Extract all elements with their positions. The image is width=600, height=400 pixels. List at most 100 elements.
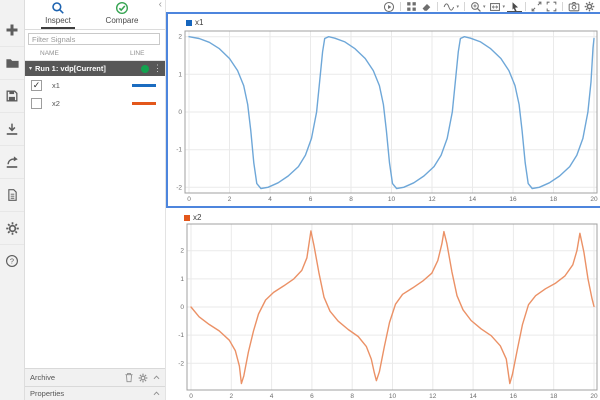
tab-compare-label: Compare: [105, 16, 139, 25]
svg-text:-1: -1: [176, 147, 182, 154]
svg-text:0: 0: [180, 304, 184, 311]
archive-bar[interactable]: Archive: [25, 368, 165, 386]
check-circle-icon: [115, 1, 129, 15]
toolbar-separator: [525, 2, 526, 11]
dropdown-caret-icon: ▾: [482, 3, 486, 10]
eraser-icon: [423, 3, 431, 11]
left-toolbar: ?: [0, 0, 25, 400]
chevron-up-icon: [153, 391, 160, 396]
svg-text:-1: -1: [178, 332, 184, 339]
svg-text:12: 12: [428, 196, 436, 203]
toolbar-separator: [463, 2, 465, 11]
legend-label: x2: [193, 213, 202, 222]
run-menu-icon[interactable]: ⋮: [153, 64, 162, 73]
svg-text:6: 6: [309, 196, 313, 203]
trash-icon: [125, 373, 133, 383]
svg-text:10: 10: [388, 196, 396, 203]
svg-text:16: 16: [509, 196, 517, 203]
legend-label: x1: [195, 18, 204, 27]
svg-text:-2: -2: [178, 360, 184, 367]
export-button[interactable]: [0, 146, 24, 179]
import-icon: [6, 123, 18, 135]
gear-icon: [138, 373, 148, 382]
svg-text:2: 2: [229, 393, 233, 400]
run-status-dot: [141, 64, 149, 73]
signal-list: ✓ x1 x2: [25, 76, 165, 112]
plus-icon: [6, 24, 18, 36]
run-row[interactable]: ▾ Run 1: vdp[Current] ⋮: [25, 61, 165, 76]
floppy-icon: [6, 90, 18, 102]
svg-text:-2: -2: [176, 184, 182, 191]
svg-text:4: 4: [268, 196, 272, 203]
svg-text:4: 4: [270, 393, 274, 400]
svg-text:0: 0: [189, 393, 193, 400]
signal-row[interactable]: x2: [25, 94, 165, 112]
svg-text:8: 8: [349, 196, 353, 203]
svg-text:14: 14: [469, 196, 477, 203]
dropdown-caret-icon: ▾: [502, 3, 505, 10]
legend-swatch: [186, 19, 192, 26]
svg-text:6: 6: [310, 393, 314, 400]
simulation-data-inspector-window: ? Inspect Compare ‹ NAME LINE ▾ Run 1: v…: [0, 0, 600, 400]
plot-x1[interactable]: x1 0 2 4 6 8 10 12 14 16 18 20 -2 -1 0 1 2: [166, 12, 600, 208]
legend-swatch: [184, 214, 190, 221]
search-icon: [52, 2, 64, 14]
signal-line-sample: [132, 83, 156, 87]
toolbar-separator: [437, 2, 439, 11]
svg-text:16: 16: [510, 393, 518, 400]
preferences-button[interactable]: [0, 212, 24, 245]
properties-collapse-button[interactable]: [152, 389, 161, 398]
signal-row[interactable]: ✓ x1: [25, 76, 165, 94]
column-line: LINE: [130, 50, 145, 57]
open-button[interactable]: [0, 47, 24, 80]
archive-settings-button[interactable]: [138, 373, 148, 383]
svg-text:2: 2: [178, 34, 182, 41]
svg-text:?: ?: [10, 257, 14, 266]
tab-inspect-label: Inspect: [45, 16, 71, 25]
svg-text:10: 10: [389, 393, 397, 400]
collapse-run-icon[interactable]: ▾: [29, 65, 32, 72]
svg-text:1: 1: [178, 71, 182, 78]
archive-collapse-button[interactable]: [152, 373, 161, 382]
import-button[interactable]: [0, 113, 24, 146]
archive-delete-button[interactable]: [124, 372, 134, 383]
signals-panel: Inspect Compare ‹ NAME LINE ▾ Run 1: vdp…: [25, 0, 166, 400]
run-label: Run 1: vdp[Current]: [35, 64, 106, 73]
toolbar-separator: [562, 2, 563, 11]
svg-text:18: 18: [550, 393, 558, 400]
signal-checkbox[interactable]: ✓: [31, 79, 42, 91]
chevron-up-icon: [153, 375, 160, 380]
svg-text:18: 18: [550, 196, 558, 203]
new-button[interactable]: [0, 14, 24, 47]
tab-inspect[interactable]: Inspect: [29, 1, 87, 29]
properties-label: Properties: [30, 389, 65, 398]
svg-text:20: 20: [590, 393, 598, 400]
x2-chart[interactable]: 0 2 4 6 8 10 12 14 16 18 20-2-1012: [166, 210, 600, 400]
svg-text:0: 0: [178, 109, 182, 116]
export-icon: [6, 156, 18, 168]
x1-chart[interactable]: 0 2 4 6 8 10 12 14 16 18 20-2-1012: [168, 14, 600, 206]
svg-text:2: 2: [228, 196, 232, 203]
column-name: NAME: [40, 50, 59, 57]
save-button[interactable]: [0, 80, 24, 113]
panel-tab-bar: Inspect Compare ‹: [25, 0, 165, 30]
dropdown-caret-icon: ▾: [456, 3, 459, 10]
folder-icon: [5, 58, 19, 68]
svg-text:2: 2: [180, 248, 184, 255]
document-icon: [7, 189, 17, 201]
grid-layout-icon: [407, 2, 417, 11]
tab-compare[interactable]: Compare: [93, 1, 151, 25]
plot-x2[interactable]: x2 0 2 4 6 8 10 12 14 16 18 20 -2 -1 0 1 2: [166, 210, 600, 400]
collapse-panel-icon[interactable]: ‹: [159, 0, 162, 10]
svg-text:14: 14: [469, 393, 477, 400]
properties-bar[interactable]: Properties: [25, 386, 165, 400]
plot-x2-legend: x2: [184, 213, 201, 222]
signal-checkbox[interactable]: [31, 97, 42, 109]
help-button[interactable]: ?: [0, 245, 24, 277]
plot-x1-legend: x1: [186, 18, 203, 27]
report-button[interactable]: [0, 179, 24, 212]
svg-text:0: 0: [187, 196, 191, 203]
filter-signals-input[interactable]: [28, 33, 160, 45]
plot-area: ▾ ▾ ▾ x1 0 2 4 6 8 10 12 14 16 18 20 -2 …: [166, 0, 600, 400]
svg-text:12: 12: [429, 393, 437, 400]
